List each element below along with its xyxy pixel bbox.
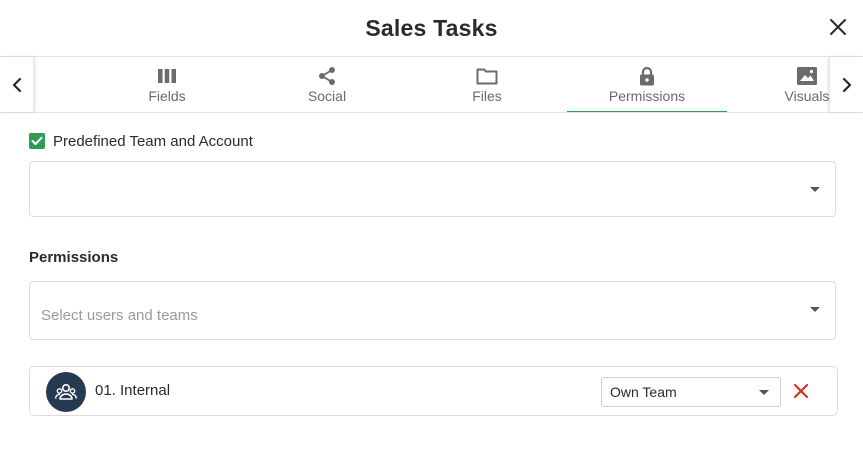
tab-label: Permissions (608, 88, 686, 104)
folder-icon (476, 68, 498, 85)
tab-label: Visuals (784, 88, 830, 104)
role-select-value: Own Team (610, 384, 677, 400)
predefined-team-checkbox-row[interactable]: Predefined Team and Account (29, 131, 253, 151)
tab-visuals[interactable]: Visuals (727, 57, 830, 112)
permissions-title: Permissions (29, 249, 119, 266)
tab-permissions[interactable]: Permissions (567, 57, 727, 112)
tab-fields[interactable]: Fields (87, 57, 247, 112)
image-icon (797, 67, 817, 85)
tab-scroll-right-button[interactable] (830, 57, 863, 112)
avatar (46, 372, 86, 412)
predefined-team-label: Predefined Team and Account (53, 132, 253, 150)
caret-down-icon (759, 390, 769, 395)
tab-files[interactable]: Files (407, 57, 567, 112)
tab-label: Files (472, 88, 502, 104)
close-icon (830, 19, 846, 35)
checkmark-icon (31, 136, 43, 145)
tab-label: Social (307, 88, 347, 104)
remove-icon (793, 383, 809, 399)
permission-entry-name: 01. Internal (95, 382, 171, 399)
predefined-team-checkbox[interactable] (29, 133, 45, 149)
users-teams-select[interactable]: Select users and teams (29, 281, 836, 340)
users-teams-placeholder: Select users and teams (41, 307, 198, 324)
chevron-right-icon (842, 77, 851, 92)
tab-bar: Fields Social Files Permissions Visuals (0, 57, 863, 113)
team-account-select[interactable] (29, 161, 836, 217)
lock-icon (640, 66, 654, 86)
dialog-header: Sales Tasks (0, 0, 863, 57)
close-button[interactable] (825, 14, 851, 40)
chevron-left-icon (12, 77, 21, 92)
share-icon (319, 67, 335, 85)
team-icon (55, 383, 77, 400)
tabs-track: Fields Social Files Permissions Visuals (87, 57, 830, 112)
tab-label: Fields (148, 88, 186, 104)
caret-down-icon (810, 187, 820, 192)
tabs-viewport: Fields Social Files Permissions Visuals (33, 57, 830, 112)
permission-entry: 01. Internal Own Team (29, 366, 838, 416)
tab-scroll-left-button[interactable] (0, 57, 33, 112)
remove-permission-button[interactable] (791, 381, 811, 401)
dialog: Sales Tasks Fields Social Files Permissi… (0, 0, 863, 471)
tab-social[interactable]: Social (247, 57, 407, 112)
role-select[interactable]: Own Team (601, 377, 781, 407)
dialog-title: Sales Tasks (365, 14, 498, 41)
caret-down-icon (810, 306, 820, 312)
columns-icon (158, 69, 176, 83)
